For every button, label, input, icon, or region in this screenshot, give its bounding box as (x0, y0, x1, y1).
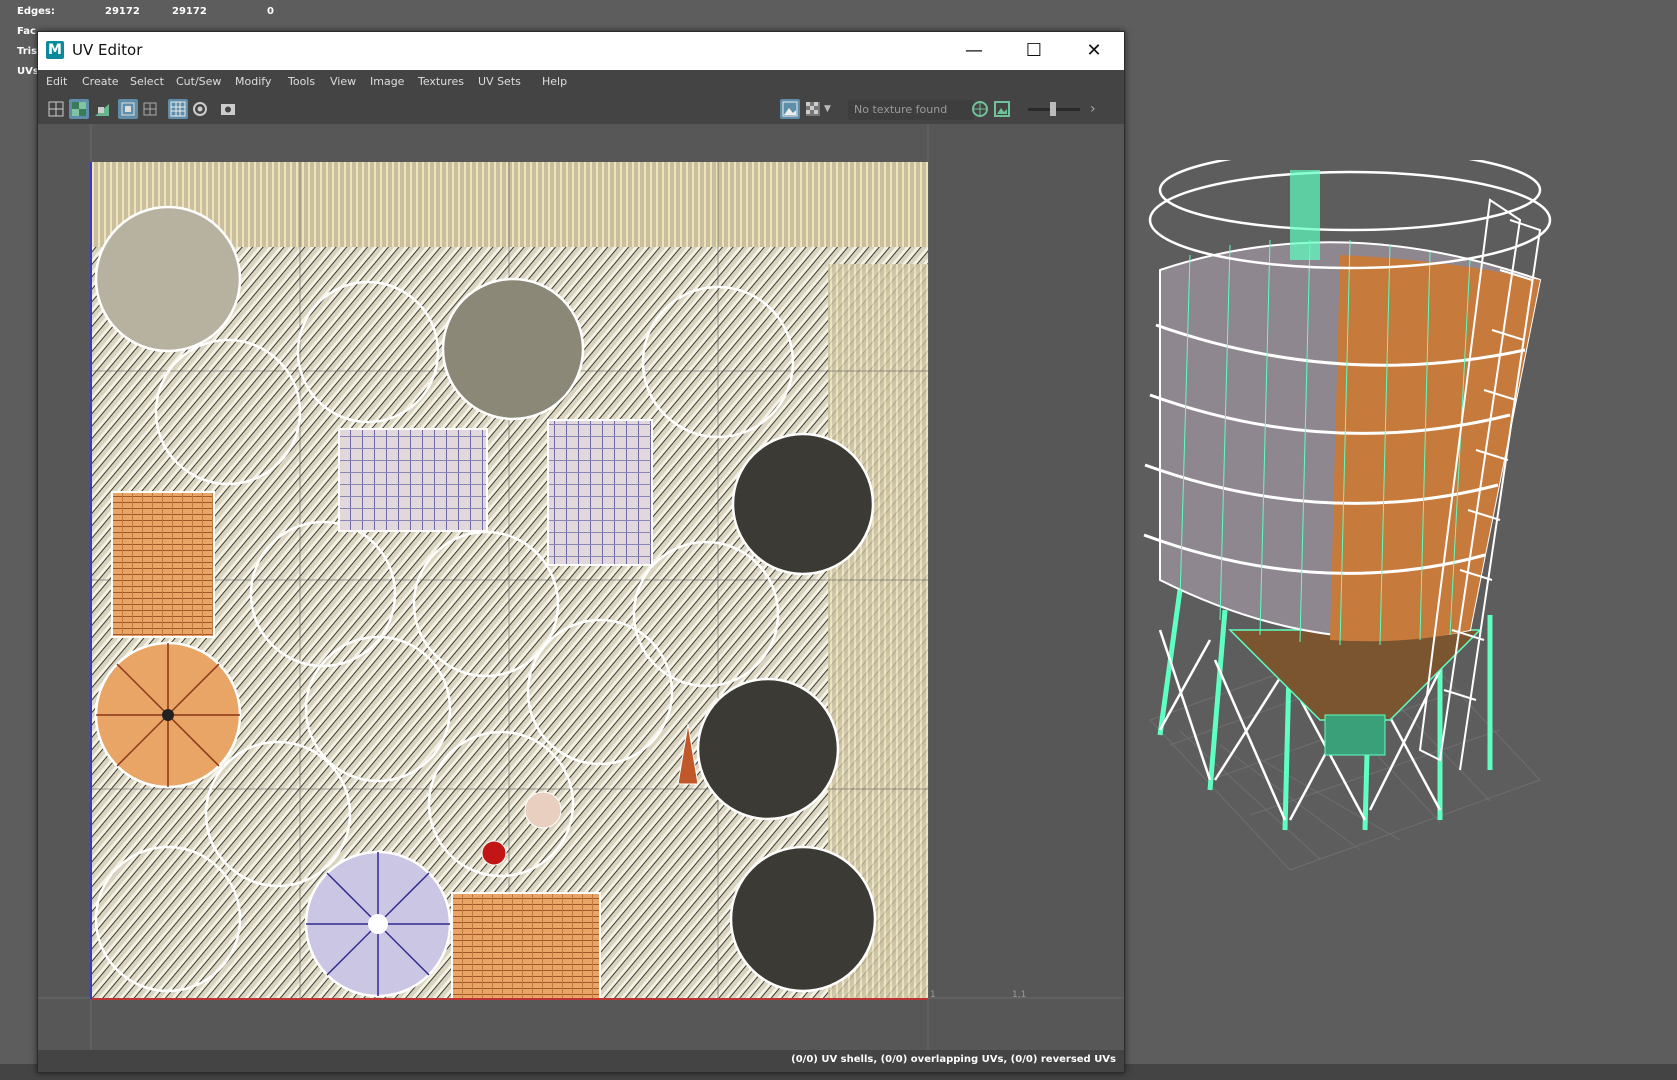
uv-toolbar: ▼ No texture found › (38, 94, 1124, 124)
menu-textures[interactable]: Textures (418, 75, 464, 88)
perspective-viewport[interactable] (1120, 148, 1660, 940)
maximize-button[interactable]: ☐ (1004, 32, 1064, 70)
snapshot-button[interactable] (218, 99, 238, 119)
menu-cut-sew[interactable]: Cut/Sew (176, 75, 221, 88)
uv-shell-purple-panel-2 (547, 419, 653, 566)
menu-image[interactable]: Image (370, 75, 404, 88)
minimize-icon: — (965, 40, 983, 61)
hud-value: 0 (267, 6, 274, 17)
uv-grid-button[interactable] (168, 99, 188, 119)
distortion-shader-button[interactable] (92, 99, 112, 119)
menu-create[interactable]: Create (82, 75, 119, 88)
pixel-snap-icon (143, 102, 157, 116)
exposure-slider[interactable] (1028, 102, 1080, 116)
distortion-icon (95, 104, 109, 116)
hud-label: Edges: (17, 6, 55, 17)
uv-toggle-button[interactable] (970, 99, 990, 119)
hud-label: Fac (17, 26, 36, 37)
hud-value: 29172 (172, 6, 207, 17)
uv-shell-rust-disc-center (162, 709, 174, 721)
slider-handle[interactable] (1050, 102, 1056, 116)
image-ratio-icon (994, 101, 1010, 117)
shell-border-icon (48, 101, 64, 117)
maya-logo-icon: M (46, 41, 64, 59)
menu-edit[interactable]: Edit (46, 75, 67, 88)
uv-shell-purple-panel (338, 428, 488, 532)
close-icon: ✕ (1086, 40, 1102, 61)
roof-railing-top (1158, 148, 1542, 232)
uv-shell-rust-panel (111, 491, 215, 638)
uv-editor-window[interactable]: M UV Editor — ☐ ✕ Edit Create Select Cut… (37, 31, 1125, 1073)
uv-shell-red-octagon (481, 840, 507, 866)
pixel-snap-button[interactable] (140, 99, 160, 119)
minimize-button[interactable]: — (944, 32, 1004, 70)
menu-modify[interactable]: Modify (235, 75, 271, 88)
silo-outlet (1324, 714, 1386, 756)
title-bar[interactable]: M UV Editor — ☐ ✕ (38, 32, 1124, 70)
uv-shell-purple-disc-center (368, 914, 388, 934)
uv-shell-border-button[interactable] (46, 99, 66, 119)
display-grid-button[interactable] (118, 99, 138, 119)
menu-bar: Edit Create Select Cut/Sew Modify Tools … (38, 70, 1124, 94)
uv-coord-label-small: 1 (930, 990, 936, 1000)
chevron-down-icon[interactable]: ▼ (824, 99, 836, 119)
uv-shell-rust-panel-2 (451, 892, 601, 1000)
uv-canvas[interactable]: 1,1 1 (38, 124, 1124, 1057)
menu-select[interactable]: Select (130, 75, 164, 88)
menu-uv-sets[interactable]: UV Sets (478, 75, 521, 88)
checker-shaded-button[interactable] (69, 99, 89, 119)
menu-help[interactable]: Help (542, 75, 567, 88)
isolate-icon (193, 102, 207, 116)
uv-status-text: (0/0) UV shells, (0/0) overlapping UVs, … (791, 1054, 1116, 1065)
uv-coord-label: 1,1 (1012, 990, 1026, 1000)
window-title: UV Editor (72, 41, 143, 59)
roof-vent (1290, 170, 1320, 260)
image-icon (782, 101, 798, 117)
checkerboard-icon (806, 102, 820, 116)
hud-value: 29172 (105, 6, 140, 17)
uv-shell-starburst (524, 791, 562, 829)
hud-label: UVs (17, 66, 39, 77)
isolate-select-button[interactable] (190, 99, 210, 119)
maximize-icon: ☐ (1025, 40, 1043, 61)
grid-icon (121, 102, 135, 116)
status-bar: (0/0) UV shells, (0/0) overlapping UVs, … (38, 1050, 1124, 1072)
globe-icon (972, 101, 988, 117)
camera-icon (221, 104, 235, 115)
silo-model[interactable] (1120, 148, 1660, 940)
expand-toolbar-icon[interactable]: › (1090, 99, 1106, 119)
checker-display-button[interactable] (803, 99, 823, 119)
texture-field[interactable]: No texture found (848, 100, 974, 120)
close-button[interactable]: ✕ (1064, 32, 1124, 70)
image-display-button[interactable] (780, 99, 800, 119)
uv-grid-icon (170, 101, 186, 117)
uv-texture-space[interactable]: 1,1 1 (38, 124, 1124, 1057)
checker-icon (72, 102, 86, 116)
menu-tools[interactable]: Tools (288, 75, 315, 88)
hud-label: Tris (17, 46, 38, 57)
image-ratio-button[interactable] (992, 99, 1012, 119)
menu-view[interactable]: View (330, 75, 356, 88)
